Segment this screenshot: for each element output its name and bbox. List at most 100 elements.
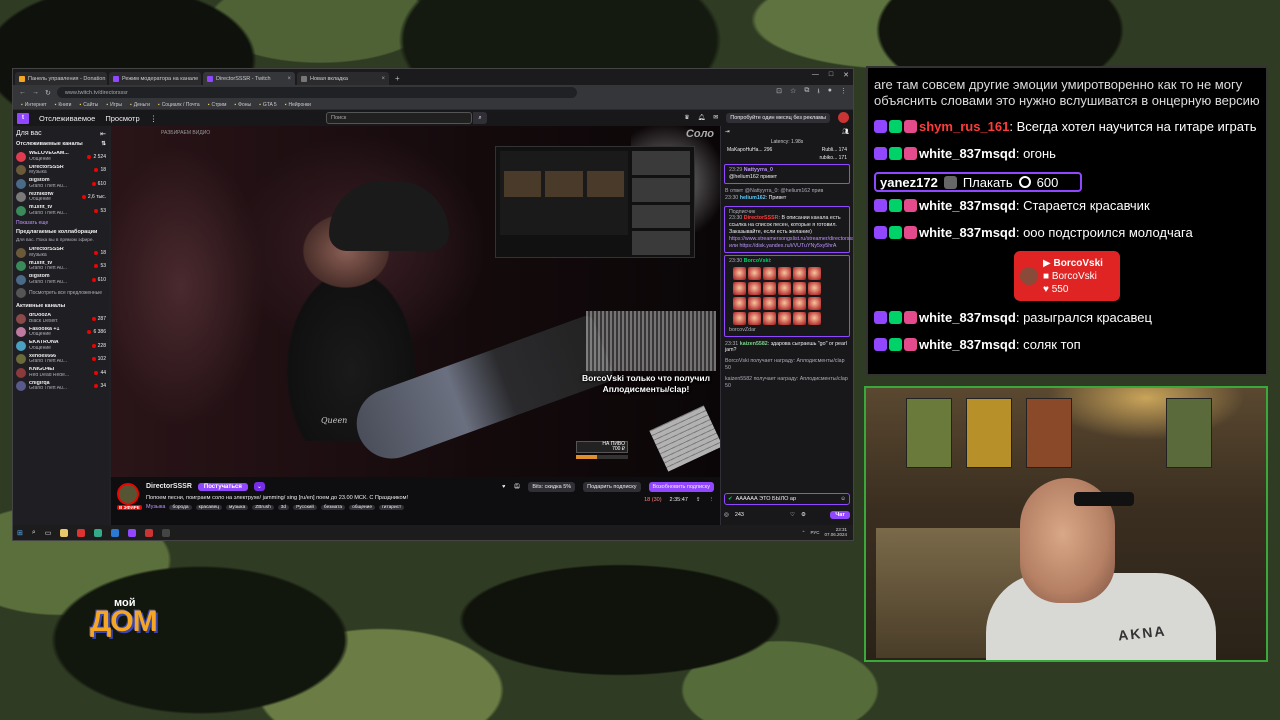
twitch-logo-icon[interactable]: t: [17, 112, 29, 124]
bookmark-folder[interactable]: Деньги: [130, 102, 150, 108]
chat-message[interactable]: kaizen5582 получает награду: Аплодисмент…: [721, 374, 853, 392]
tray-icon[interactable]: ⌃: [802, 530, 806, 536]
nav-browse[interactable]: Просмотр: [105, 114, 139, 123]
sidebar-item[interactable]: KNIGO4Ei Red Dead Rede... 44: [16, 366, 106, 380]
tag[interactable]: музыка: [226, 504, 249, 510]
sidebar-item[interactable]: DirectorSSSR Музыка 18: [16, 246, 106, 260]
tag[interactable]: общение: [349, 504, 376, 510]
browser-icon[interactable]: [111, 528, 120, 537]
channel-name[interactable]: DirectorSSSR: [146, 483, 192, 490]
chat-input[interactable]: ✔ АААААА ЭТО БЫЛО ар ☺: [724, 493, 850, 505]
url-field[interactable]: www.twitch.tv/directorsssr: [56, 87, 577, 98]
user-avatar[interactable]: [838, 112, 849, 123]
chat-message[interactable]: В ответ @Nattyyrra_0: @helium162 прив 23:…: [721, 186, 853, 204]
chat-message[interactable]: BorcoVski получает награду: Аплодисменты…: [721, 356, 853, 374]
bookmark-folder[interactable]: Игры: [106, 102, 122, 108]
chat-message[interactable]: 23:31 kaizen5582: здарова сыграешь "go" …: [721, 339, 853, 357]
chat-message[interactable]: 23:29 Nattyyrra_0 @helium162 привет: [724, 164, 850, 184]
install-icon[interactable]: ⊡: [776, 87, 782, 98]
close-icon[interactable]: ×: [287, 76, 291, 82]
tag[interactable]: безмата: [320, 504, 346, 510]
explorer-icon[interactable]: [60, 528, 69, 537]
users-icon[interactable]: 👥︎: [842, 129, 849, 135]
app-icon[interactable]: [94, 528, 103, 537]
sidebar-item[interactable]: bigstom Grand Theft Au... 610: [16, 273, 106, 287]
collapse-icon[interactable]: ⇤: [100, 130, 106, 138]
chat-send-button[interactable]: Чат: [830, 511, 850, 519]
search-icon[interactable]: ⌕: [473, 112, 487, 124]
app-icon[interactable]: [77, 528, 86, 537]
forward-icon[interactable]: →: [32, 89, 39, 96]
video-player[interactable]: Queen РАЗБИРАЕМ ВИДИО Соло BorcoVski тол…: [111, 126, 720, 477]
tag[interactable]: красавец: [195, 504, 223, 510]
sort-icon[interactable]: ⇅: [101, 141, 106, 147]
heart-icon[interactable]: ♥: [502, 484, 505, 490]
tab-new[interactable]: Новая вкладка ×: [297, 72, 389, 85]
tag[interactable]: Русский: [293, 504, 317, 510]
search-input[interactable]: Поиск: [326, 112, 472, 124]
see-all-suggested[interactable]: Посмотреть все предложенные: [16, 287, 106, 301]
notification-bell-icon[interactable]: 🔕︎: [513, 484, 520, 490]
search-icon[interactable]: ⌕: [32, 529, 36, 537]
windows-start-icon[interactable]: ⊞: [17, 529, 23, 537]
lang-indicator[interactable]: РУС: [810, 530, 819, 535]
points-icon[interactable]: ♛: [684, 114, 689, 121]
bookmark-folder[interactable]: Нейронки: [285, 102, 311, 108]
points-icon[interactable]: ◎: [724, 512, 729, 518]
channel-avatar[interactable]: [117, 483, 139, 505]
nav-following[interactable]: Отслеживаемое: [39, 114, 95, 123]
bookmark-folder[interactable]: GTA 5: [259, 102, 277, 108]
promo-button[interactable]: Попробуйте один месяц без рекламы: [726, 112, 830, 123]
task-view-icon[interactable]: ▭: [45, 529, 52, 537]
maximize-icon[interactable]: □: [829, 71, 833, 79]
close-window-icon[interactable]: ✕: [843, 71, 849, 79]
new-tab-button[interactable]: +: [395, 74, 400, 83]
bookmark-folder[interactable]: Интернет: [21, 102, 47, 108]
sidebar-item[interactable]: xenoes666 Grand Theft Au... 102: [16, 353, 106, 367]
follow-button[interactable]: Постучаться: [197, 482, 248, 491]
close-icon[interactable]: ×: [381, 76, 385, 82]
tab-twitch-channel[interactable]: DirectorSSSR - Twitch ×: [203, 72, 295, 85]
bookmark-folder[interactable]: Фоны: [234, 102, 251, 108]
tag[interactable]: борода: [169, 504, 192, 510]
gift-sub-button[interactable]: Подарить подписку: [583, 482, 641, 492]
minimize-icon[interactable]: —: [812, 71, 819, 79]
category-link[interactable]: Музыка: [146, 504, 165, 510]
bookmark-folder[interactable]: Стрим: [208, 102, 226, 108]
settings-icon[interactable]: ⚙: [801, 512, 806, 518]
tab-donation[interactable]: Панель управления - Donation×: [15, 72, 107, 85]
bookmark-folder[interactable]: Книги: [55, 102, 71, 108]
sidebar-item[interactable]: WELOVEGAM... Общение 2 524: [16, 150, 106, 164]
chat-message[interactable]: 23:30 BorcoVski: borcovZdar: [724, 254, 850, 337]
sidebar-item[interactable]: chiglrqa Grand Theft Au... 34: [16, 380, 106, 394]
tab-moderator[interactable]: Режим модератора на канале×: [109, 72, 201, 85]
emote-picker-icon[interactable]: ☺: [840, 496, 846, 502]
sidebar-item[interactable]: DirectorSSSR Музыка 18: [16, 164, 106, 178]
notifications-icon[interactable]: 🔔︎: [698, 114, 706, 121]
channel-points[interactable]: 243: [735, 512, 744, 518]
sidebar-item[interactable]: EKATRONA Общение 228: [16, 339, 106, 353]
more-icon[interactable]: ⋮: [150, 114, 158, 123]
obs-icon[interactable]: [162, 528, 171, 537]
extensions-icon[interactable]: ⧉: [804, 87, 809, 98]
star-icon[interactable]: ☆: [790, 87, 796, 98]
bits-button[interactable]: Bits: скидка 5%: [528, 482, 576, 492]
sidebar-item[interactable]: Fasoolka +1 Общение 6 386: [16, 326, 106, 340]
more-options-icon[interactable]: ⋮: [709, 497, 715, 503]
reload-icon[interactable]: ↻: [45, 89, 51, 97]
sidebar-item[interactable]: m1sfit_tv Grand Theft Au... 53: [16, 260, 106, 274]
tag[interactable]: ZBrush: [252, 504, 274, 510]
chat-message[interactable]: Подписчик 23:30 DirectorSSSR: В описании …: [724, 205, 853, 253]
resub-button[interactable]: Возобновить подписку: [648, 482, 714, 492]
sidebar-item[interactable]: m1sfit_tv Grand Theft Au... 53: [16, 204, 106, 218]
back-icon[interactable]: ←: [19, 89, 26, 96]
share-icon[interactable]: ⇪: [696, 497, 701, 503]
download-icon[interactable]: ⭳: [817, 87, 819, 98]
collapse-chat-icon[interactable]: ⇥: [725, 129, 730, 135]
bookmark-folder[interactable]: Сайты: [79, 102, 98, 108]
clock[interactable]: 23:31 07.06.2024: [824, 527, 847, 538]
menu-icon[interactable]: ⋮: [840, 87, 847, 98]
tag[interactable]: 3d: [277, 504, 290, 510]
heart-icon[interactable]: ♡: [790, 512, 795, 518]
tag[interactable]: гитарист: [379, 504, 405, 510]
